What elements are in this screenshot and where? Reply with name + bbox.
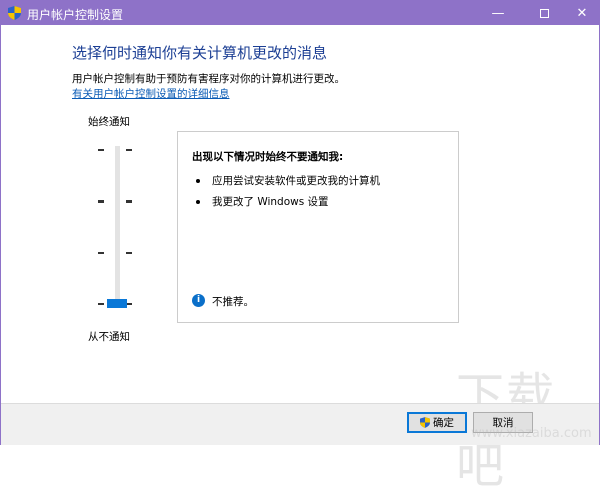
bullet-item: 应用尝试安装软件或更改我的计算机 bbox=[212, 175, 380, 187]
bullet-icon bbox=[196, 200, 200, 204]
slider-tick bbox=[126, 200, 132, 203]
ok-button-label: 确定 bbox=[433, 417, 454, 429]
slider-tick bbox=[98, 303, 104, 305]
close-button[interactable]: ✕ bbox=[565, 1, 599, 25]
page-heading: 选择何时通知你有关计算机更改的消息 bbox=[72, 44, 328, 62]
info-box-heading: 出现以下情况时始终不要通知我: bbox=[192, 151, 344, 163]
bullet-item: 我更改了 Windows 设置 bbox=[212, 196, 329, 208]
maximize-icon bbox=[539, 8, 549, 18]
description-text: 用户帐户控制有助于预防有害程序对你的计算机进行更改。 bbox=[72, 73, 345, 85]
slider-bottom-label: 从不通知 bbox=[88, 331, 130, 343]
slider-tick bbox=[98, 252, 104, 254]
title-bar: 用户帐户控制设置 — ✕ bbox=[1, 1, 599, 25]
minimize-button[interactable]: — bbox=[481, 1, 515, 25]
slider-thumb[interactable] bbox=[107, 299, 127, 308]
ok-button[interactable]: 确定 bbox=[407, 412, 467, 433]
slider-tick bbox=[126, 252, 132, 254]
uac-shield-icon bbox=[8, 6, 21, 20]
slider-tick bbox=[98, 149, 104, 151]
close-icon: ✕ bbox=[576, 5, 588, 21]
minimize-icon: — bbox=[491, 5, 505, 21]
slider-tick bbox=[126, 149, 132, 151]
uac-shield-icon bbox=[420, 417, 430, 428]
recommendation-note: 不推荐。 bbox=[212, 296, 254, 308]
uac-settings-window: 用户帐户控制设置 — ✕ 选择何时通知你有关计算机更改的消息 用户帐户控制有助于… bbox=[0, 0, 600, 494]
info-icon: i bbox=[192, 294, 205, 307]
window-title: 用户帐户控制设置 bbox=[27, 8, 124, 22]
notification-slider-track[interactable] bbox=[115, 146, 120, 304]
slider-top-label: 始终通知 bbox=[88, 116, 130, 128]
slider-tick bbox=[98, 200, 104, 203]
maximize-button[interactable] bbox=[527, 1, 561, 25]
watermark-url: www.xiazaiba.com bbox=[471, 426, 592, 441]
details-link[interactable]: 有关用户帐户控制设置的详细信息 bbox=[72, 86, 230, 101]
bullet-icon bbox=[196, 179, 200, 183]
info-box: 出现以下情况时始终不要通知我: 应用尝试安装软件或更改我的计算机 我更改了 Wi… bbox=[177, 131, 459, 323]
